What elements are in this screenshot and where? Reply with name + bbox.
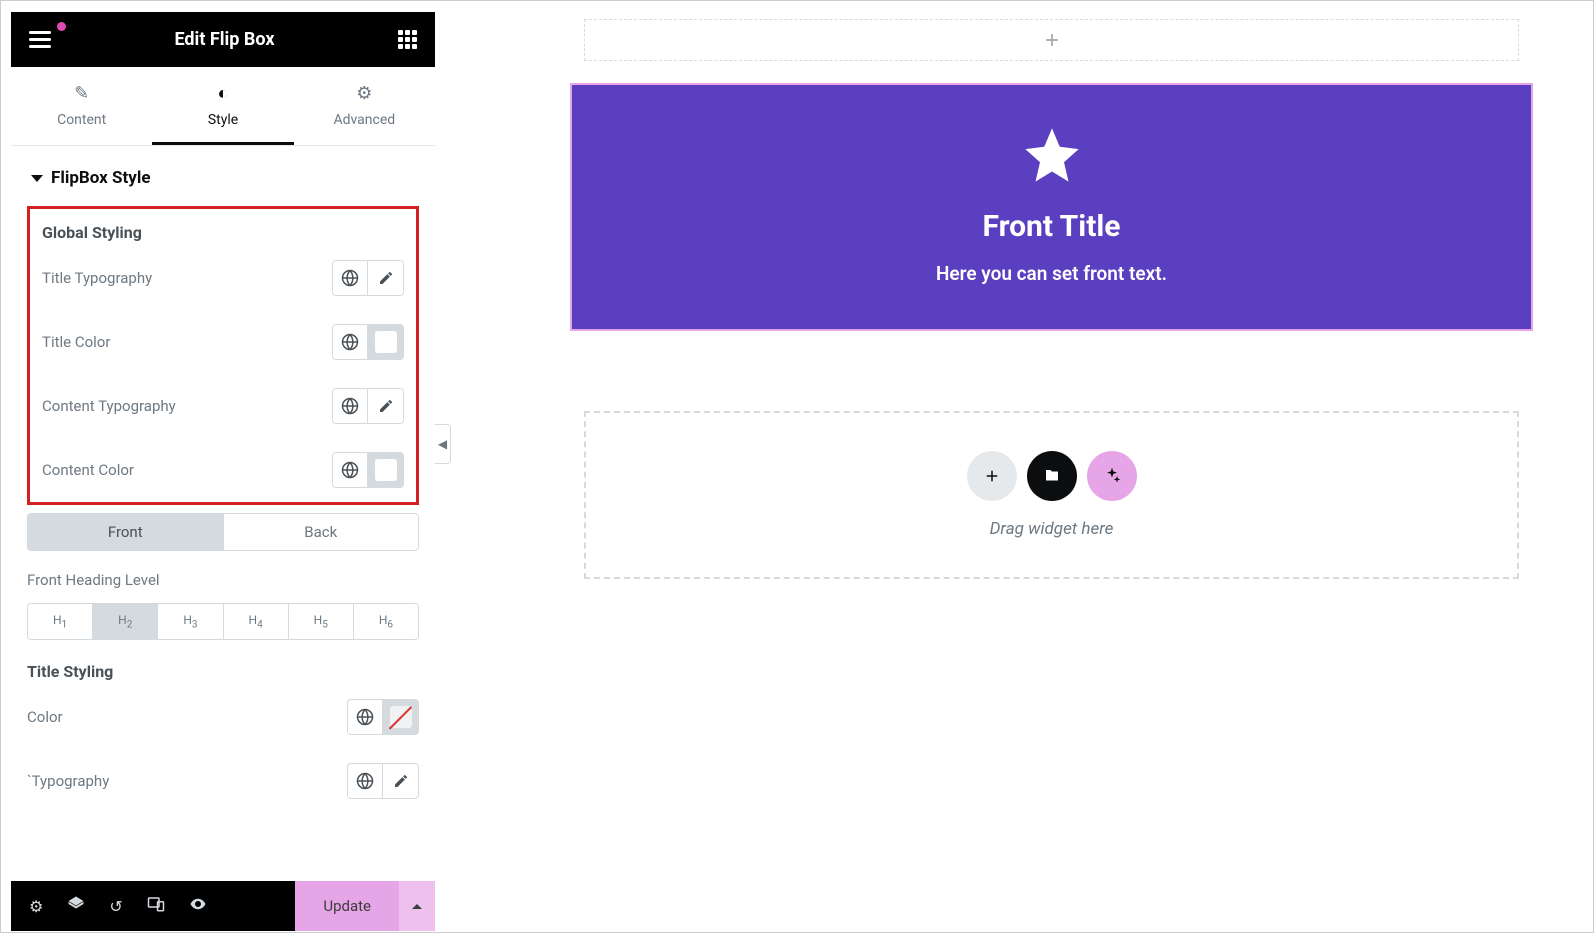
- globe-button[interactable]: [347, 699, 383, 735]
- sparkle-icon: [1102, 466, 1122, 486]
- drop-zone[interactable]: Drag widget here: [584, 411, 1519, 579]
- title-styling-heading: Title Styling: [27, 662, 419, 681]
- pencil-icon: [393, 773, 409, 789]
- h2-option[interactable]: H2: [93, 604, 158, 639]
- globe-icon: [341, 397, 359, 415]
- hamburger-icon[interactable]: [29, 31, 51, 48]
- front-heading-level-label: Front Heading Level: [27, 571, 419, 589]
- control-label: `Typography: [27, 772, 109, 790]
- color-picker-button[interactable]: [368, 324, 404, 360]
- h6-option[interactable]: H6: [354, 604, 418, 639]
- tab-label: Style: [208, 112, 238, 128]
- globe-icon: [356, 772, 374, 790]
- tab-style[interactable]: ◐ Style: [152, 67, 293, 145]
- add-widget-button[interactable]: [967, 451, 1017, 501]
- ai-button[interactable]: [1087, 451, 1137, 501]
- tab-label: Content: [57, 112, 106, 128]
- eye-icon: [189, 895, 207, 913]
- globe-icon: [341, 333, 359, 351]
- row-content-color: Content Color: [42, 452, 404, 488]
- drop-zone-text: Drag widget here: [624, 519, 1479, 539]
- section-title-text: FlipBox Style: [51, 168, 151, 188]
- control-label: Color: [27, 708, 63, 726]
- tab-label: Advanced: [333, 112, 395, 128]
- row-color: Color: [27, 699, 419, 735]
- panel-header: Edit Flip Box: [11, 12, 435, 67]
- h4-option[interactable]: H4: [224, 604, 289, 639]
- contrast-icon: ◐: [152, 83, 293, 104]
- h1-option[interactable]: H1: [28, 604, 93, 639]
- widgets-grid-icon[interactable]: [398, 30, 417, 49]
- color-picker-button[interactable]: [383, 699, 419, 735]
- heading-level-selector: H1 H2 H3 H4 H5 H6: [27, 603, 419, 640]
- globe-button[interactable]: [332, 260, 368, 296]
- editor-canvas: Front Title Here you can set front text.…: [435, 1, 1593, 931]
- preview-icon[interactable]: [189, 895, 207, 917]
- globe-button[interactable]: [332, 452, 368, 488]
- control-label: Title Typography: [42, 269, 152, 287]
- globe-button[interactable]: [332, 324, 368, 360]
- global-styling-highlight: Global Styling Title Typography Title Co…: [27, 206, 419, 505]
- gear-icon: ⚙: [294, 83, 435, 104]
- caret-down-icon: [31, 175, 43, 182]
- history-icon[interactable]: ↺: [109, 897, 122, 916]
- edit-typography-button[interactable]: [383, 763, 419, 799]
- add-section-zone[interactable]: [584, 19, 1519, 61]
- flipbox-widget[interactable]: Front Title Here you can set front text.: [570, 83, 1533, 331]
- pencil-icon: [378, 270, 394, 286]
- back-tab[interactable]: Back: [224, 514, 419, 550]
- plus-icon: [1042, 30, 1062, 50]
- folder-icon: [1043, 467, 1061, 485]
- color-swatch: [375, 459, 397, 481]
- color-swatch: [375, 331, 397, 353]
- unsaved-indicator: [57, 22, 66, 31]
- collapse-panel-button[interactable]: ◀: [435, 424, 451, 464]
- template-library-button[interactable]: [1027, 451, 1077, 501]
- settings-icon[interactable]: ⚙: [29, 897, 43, 916]
- color-picker-button[interactable]: [368, 452, 404, 488]
- front-back-toggle: Front Back: [27, 513, 419, 551]
- responsive-icon[interactable]: [147, 895, 165, 917]
- tab-advanced[interactable]: ⚙ Advanced: [294, 67, 435, 145]
- navigator-icon[interactable]: [67, 895, 85, 917]
- row-title-typography: Title Typography: [42, 260, 404, 296]
- globe-button[interactable]: [347, 763, 383, 799]
- editor-tabs: ✎ Content ◐ Style ⚙ Advanced: [11, 67, 435, 146]
- row-content-typography: Content Typography: [42, 388, 404, 424]
- pencil-icon: [378, 398, 394, 414]
- plus-icon: [983, 467, 1001, 485]
- row-title-color: Title Color: [42, 324, 404, 360]
- chevron-up-icon: [411, 902, 423, 910]
- update-options-button[interactable]: [399, 881, 435, 931]
- flipbox-title: Front Title: [592, 209, 1511, 244]
- global-styling-heading: Global Styling: [42, 223, 404, 242]
- edit-typography-button[interactable]: [368, 388, 404, 424]
- h3-option[interactable]: H3: [158, 604, 223, 639]
- devices-icon: [147, 895, 165, 913]
- globe-button[interactable]: [332, 388, 368, 424]
- star-icon: [1020, 123, 1084, 187]
- panel-title: Edit Flip Box: [51, 29, 398, 50]
- update-button[interactable]: Update: [295, 881, 399, 931]
- control-label: Content Color: [42, 461, 134, 479]
- control-label: Title Color: [42, 333, 110, 351]
- flipbox-text: Here you can set front text.: [592, 262, 1511, 285]
- h5-option[interactable]: H5: [289, 604, 354, 639]
- globe-icon: [341, 461, 359, 479]
- globe-icon: [341, 269, 359, 287]
- section-flipbox-style[interactable]: FlipBox Style: [27, 146, 419, 206]
- tab-content[interactable]: ✎ Content: [11, 67, 152, 145]
- edit-typography-button[interactable]: [368, 260, 404, 296]
- color-swatch-none: [390, 706, 412, 728]
- globe-icon: [356, 708, 374, 726]
- pencil-icon: ✎: [11, 83, 152, 104]
- layers-icon: [67, 895, 85, 913]
- front-tab[interactable]: Front: [28, 514, 224, 550]
- control-label: Content Typography: [42, 397, 176, 415]
- bottom-bar: ⚙ ↺ Update: [11, 881, 435, 931]
- row-typography: `Typography: [27, 763, 419, 799]
- style-panel: FlipBox Style Global Styling Title Typog…: [11, 146, 435, 881]
